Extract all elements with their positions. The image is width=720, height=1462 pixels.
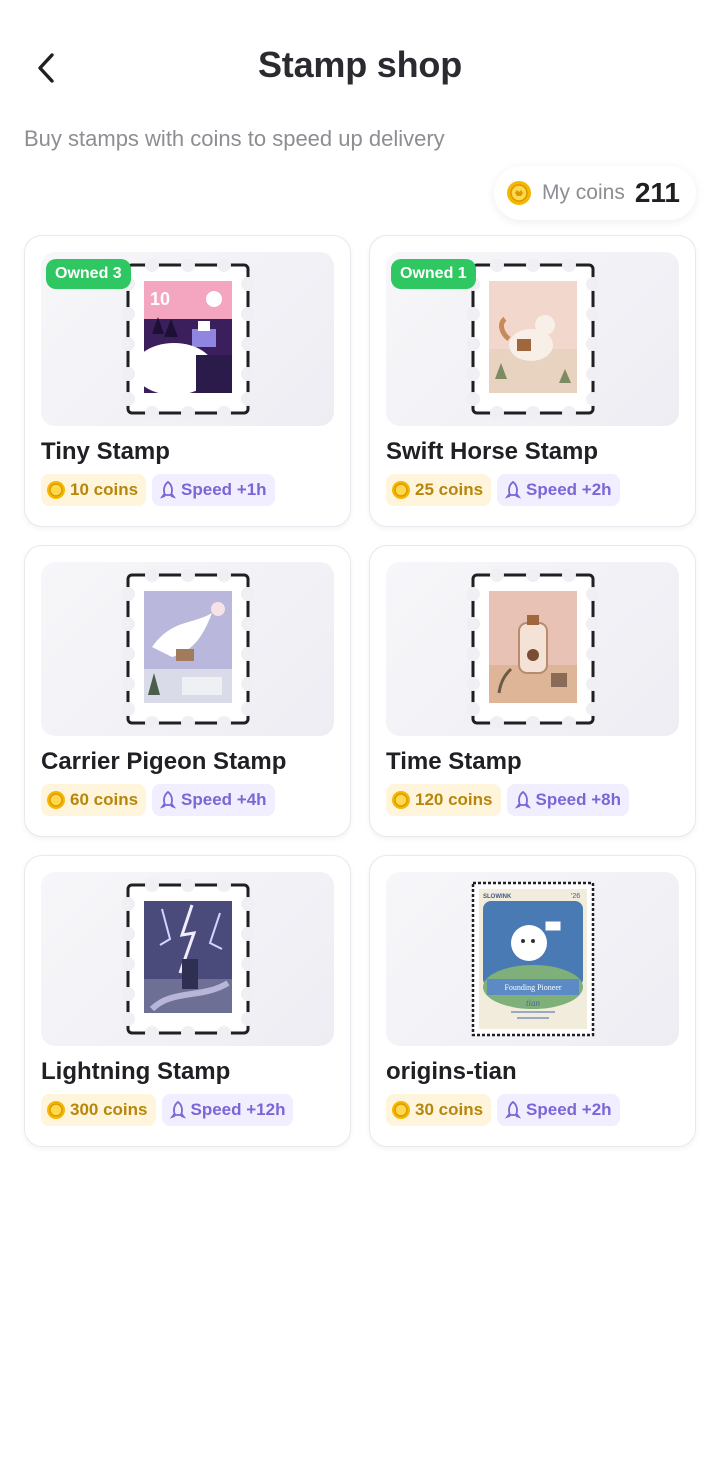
speed-tag: Speed +8h (506, 784, 630, 816)
price-text: 120 coins (415, 790, 493, 809)
stamp-art-area: Owned 3 10 (41, 252, 334, 426)
stamp-tags: 25 coins Speed +2h (386, 474, 679, 506)
stamp-name: Swift Horse Stamp (386, 438, 599, 465)
header: Stamp shop (0, 0, 720, 130)
stamp-brand-text: SLOWINK (483, 894, 512, 900)
stamp-card-time[interactable]: Time Stamp 120 coins Speed +8h (369, 545, 696, 837)
speed-tag: Speed +2h (497, 474, 620, 506)
stamp-grid: Owned 3 10 Tiny Stamp 10 coins Speed +1h… (24, 235, 696, 1147)
owned-badge: Owned 3 (46, 259, 131, 289)
stamp-tags: 60 coins Speed +4h (41, 784, 334, 816)
price-tag: 30 coins (386, 1094, 492, 1126)
stamp-card-lightning[interactable]: Lightning Stamp 300 coins Speed +12h (24, 855, 351, 1147)
my-coins-pill: My coins 211 (493, 166, 696, 220)
stamp-illustration (121, 569, 254, 729)
speed-text: Speed +4h (181, 790, 267, 809)
price-text: 10 coins (70, 480, 139, 499)
stamp-card-tiny[interactable]: Owned 3 10 Tiny Stamp 10 coins Speed +1h (24, 235, 351, 527)
stamp-illustration: 10 (121, 259, 254, 419)
coin-icon (506, 181, 531, 205)
page-title: Stamp shop (257, 44, 463, 85)
speed-text: Speed +2h (526, 1100, 612, 1119)
stamp-art-area: Owned 1 (386, 252, 679, 426)
price-text: 300 coins (70, 1100, 148, 1119)
stamp-name: Lightning Stamp (41, 1058, 231, 1085)
stamp-name: Time Stamp (386, 748, 522, 775)
stamp-tags: 120 coins Speed +8h (386, 784, 679, 816)
rocket-icon (504, 1100, 522, 1119)
stamp-art-area (386, 562, 679, 736)
my-coins-value: 211 (634, 177, 680, 208)
speed-text: Speed +8h (535, 790, 622, 809)
stamp-art-area (41, 562, 334, 736)
coin-icon (47, 791, 65, 809)
stamp-value-text: 10 (150, 289, 170, 309)
page-subtitle: Buy stamps with coins to speed up delive… (24, 126, 445, 151)
stamp-banner-text: Founding Pioneer (504, 983, 561, 992)
speed-tag: Speed +4h (152, 784, 275, 816)
coin-icon (47, 481, 65, 499)
price-tag: 10 coins (41, 474, 147, 506)
stamp-tags: 30 coins Speed +2h (386, 1094, 679, 1126)
stamp-signature-text: tian (525, 998, 540, 1008)
my-coins-label: My coins (541, 181, 625, 204)
stamp-illustration: SLOWINK '26 Founding Pioneer tian (471, 881, 594, 1037)
coin-icon (47, 1101, 65, 1119)
stamp-tags: 300 coins Speed +12h (41, 1094, 334, 1126)
rocket-icon (159, 790, 177, 809)
price-text: 60 coins (70, 790, 139, 809)
price-text: 25 coins (415, 480, 484, 499)
stamp-art-area (41, 872, 334, 1046)
stamp-card-carrier-pigeon[interactable]: Carrier Pigeon Stamp 60 coins Speed +4h (24, 545, 351, 837)
stamp-name: Carrier Pigeon Stamp (41, 748, 287, 775)
stamp-card-origins-tian[interactable]: SLOWINK '26 Founding Pioneer tian origin… (369, 855, 696, 1147)
coin-icon (392, 791, 410, 809)
speed-tag: Speed +12h (161, 1094, 294, 1126)
stamp-illustration (121, 879, 254, 1039)
rocket-icon (169, 1100, 186, 1119)
stamp-tags: 10 coins Speed +1h (41, 474, 334, 506)
stamp-illustration (466, 259, 599, 419)
price-tag: 25 coins (386, 474, 492, 506)
coin-icon (392, 1101, 410, 1119)
stamp-card-swift-horse[interactable]: Owned 1 Swift Horse Stamp 25 coins Speed… (369, 235, 696, 527)
rocket-icon (159, 480, 177, 499)
rocket-icon (504, 480, 522, 499)
stamp-name: origins-tian (386, 1058, 517, 1085)
stamp-year-text: '26 (571, 893, 580, 900)
price-tag: 300 coins (41, 1094, 156, 1126)
stamp-illustration (466, 569, 599, 729)
speed-text: Speed +1h (181, 480, 267, 499)
stamp-name: Tiny Stamp (41, 438, 170, 465)
coin-icon (392, 481, 410, 499)
price-tag: 60 coins (41, 784, 147, 816)
speed-text: Speed +12h (190, 1100, 286, 1119)
speed-tag: Speed +2h (497, 1094, 620, 1126)
stamp-art-area: SLOWINK '26 Founding Pioneer tian (386, 872, 679, 1046)
price-text: 30 coins (415, 1100, 484, 1119)
price-tag: 120 coins (386, 784, 501, 816)
owned-badge: Owned 1 (391, 259, 476, 289)
rocket-icon (514, 790, 531, 809)
speed-tag: Speed +1h (152, 474, 275, 506)
speed-text: Speed +2h (526, 480, 612, 499)
